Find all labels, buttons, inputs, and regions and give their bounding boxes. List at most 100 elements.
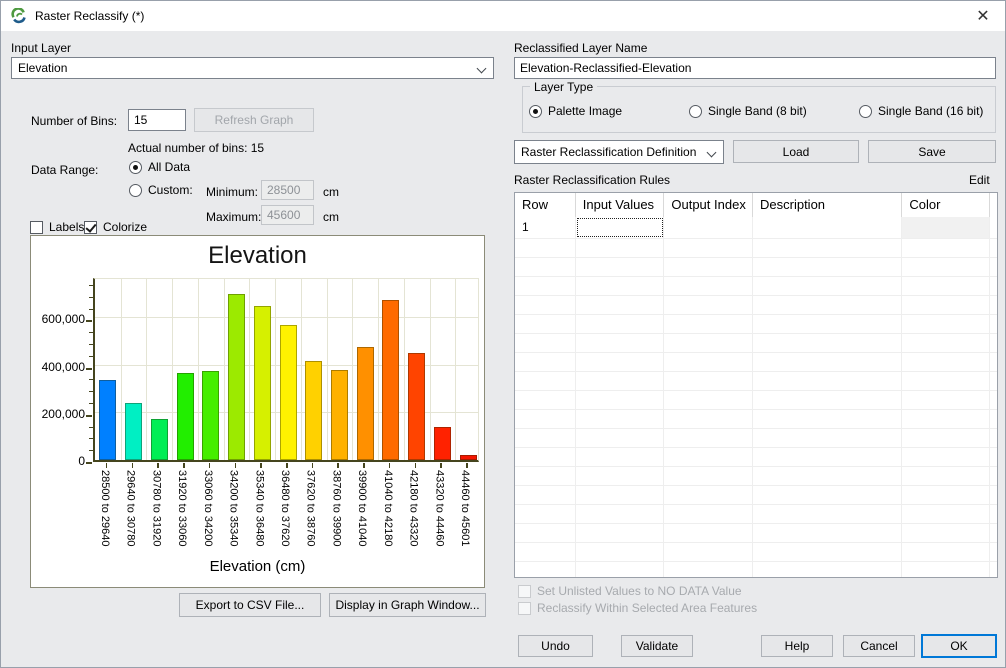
table-cell[interactable] <box>753 429 902 447</box>
reclassified-layer-name-input[interactable] <box>514 57 996 79</box>
table-cell[interactable] <box>515 315 576 333</box>
table-cell[interactable] <box>753 372 902 390</box>
edit-link[interactable]: Edit <box>969 173 990 187</box>
radio-custom[interactable]: Custom: <box>129 183 193 197</box>
column-header-output-index[interactable]: Output Index <box>664 193 753 217</box>
table-cell[interactable] <box>664 296 753 314</box>
table-row[interactable] <box>515 486 997 505</box>
table-cell[interactable] <box>515 467 576 485</box>
table-cell[interactable] <box>753 296 902 314</box>
table-cell[interactable] <box>515 562 576 578</box>
table-cell[interactable] <box>753 353 902 371</box>
table-cell[interactable] <box>515 505 576 523</box>
table-cell[interactable] <box>576 410 665 428</box>
definition-select[interactable]: Raster Reclassification Definition <box>514 140 724 164</box>
table-row[interactable] <box>515 429 997 448</box>
table-cell[interactable] <box>515 296 576 314</box>
table-cell[interactable] <box>753 524 902 542</box>
radio-all-data[interactable]: All Data <box>129 160 190 174</box>
table-cell[interactable] <box>902 429 990 447</box>
table-cell[interactable] <box>753 258 902 276</box>
table-cell[interactable] <box>902 258 990 276</box>
table-cell[interactable] <box>664 543 753 561</box>
radio-single-band-16bit[interactable]: Single Band (16 bit) <box>859 104 983 118</box>
table-cell[interactable] <box>664 505 753 523</box>
table-cell[interactable] <box>902 562 990 578</box>
table-cell[interactable] <box>753 467 902 485</box>
table-row[interactable] <box>515 543 997 562</box>
table-cell[interactable] <box>576 448 665 466</box>
table-cell[interactable] <box>902 448 990 466</box>
table-cell[interactable] <box>664 410 753 428</box>
table-cell[interactable] <box>753 334 902 352</box>
table-cell[interactable] <box>902 277 990 295</box>
table-cell[interactable] <box>664 372 753 390</box>
column-header-input-values[interactable]: Input Values <box>576 193 665 217</box>
table-cell[interactable] <box>515 277 576 295</box>
labels-checkbox[interactable]: Labels <box>30 220 84 234</box>
table-row[interactable] <box>515 448 997 467</box>
table-cell[interactable] <box>664 486 753 504</box>
table-cell[interactable] <box>664 353 753 371</box>
export-csv-button[interactable]: Export to CSV File... <box>179 593 321 617</box>
table-cell[interactable] <box>902 505 990 523</box>
table-cell[interactable] <box>664 448 753 466</box>
table-cell[interactable] <box>753 391 902 409</box>
table-cell[interactable] <box>664 315 753 333</box>
number-of-bins-input[interactable] <box>128 109 186 131</box>
help-button[interactable]: Help <box>761 635 833 657</box>
table-cell[interactable] <box>515 524 576 542</box>
table-cell[interactable] <box>664 277 753 295</box>
table-cell[interactable] <box>576 543 665 561</box>
table-row[interactable] <box>515 524 997 543</box>
table-cell[interactable] <box>902 239 990 257</box>
table-cell[interactable] <box>664 429 753 447</box>
table-cell[interactable]: 1 <box>515 217 576 238</box>
table-cell[interactable] <box>664 467 753 485</box>
table-cell[interactable] <box>664 334 753 352</box>
table-cell[interactable] <box>753 543 902 561</box>
table-row[interactable] <box>515 315 997 334</box>
input-values-cell-focused[interactable] <box>576 217 665 238</box>
table-cell[interactable] <box>515 410 576 428</box>
table-row[interactable] <box>515 372 997 391</box>
table-cell[interactable] <box>902 353 990 371</box>
table-row[interactable] <box>515 391 997 410</box>
table-cell[interactable] <box>576 372 665 390</box>
color-cell[interactable] <box>902 217 990 238</box>
table-cell[interactable] <box>576 258 665 276</box>
undo-button[interactable]: Undo <box>518 635 593 657</box>
table-row[interactable] <box>515 562 997 578</box>
load-button[interactable]: Load <box>733 140 859 163</box>
table-cell[interactable] <box>664 524 753 542</box>
radio-single-band-8bit[interactable]: Single Band (8 bit) <box>689 104 807 118</box>
input-layer-select[interactable]: Elevation <box>11 57 494 79</box>
table-cell[interactable] <box>664 217 753 238</box>
table-cell[interactable] <box>576 391 665 409</box>
table-cell[interactable] <box>515 353 576 371</box>
table-cell[interactable] <box>576 429 665 447</box>
column-header-row[interactable]: Row <box>515 193 576 217</box>
table-cell[interactable] <box>902 543 990 561</box>
ok-button[interactable]: OK <box>921 634 997 658</box>
table-cell[interactable] <box>902 486 990 504</box>
table-row[interactable] <box>515 296 997 315</box>
table-row[interactable] <box>515 258 997 277</box>
table-cell[interactable] <box>753 239 902 257</box>
table-cell[interactable] <box>576 239 665 257</box>
table-cell[interactable] <box>576 467 665 485</box>
display-graph-window-button[interactable]: Display in Graph Window... <box>329 593 486 617</box>
table-cell[interactable] <box>753 277 902 295</box>
table-row[interactable] <box>515 467 997 486</box>
table-cell[interactable] <box>902 524 990 542</box>
table-row[interactable]: 1 <box>515 217 997 239</box>
table-row[interactable] <box>515 239 997 258</box>
table-row[interactable] <box>515 505 997 524</box>
table-cell[interactable] <box>515 486 576 504</box>
close-icon[interactable]: ✕ <box>971 1 995 31</box>
table-cell[interactable] <box>902 372 990 390</box>
table-cell[interactable] <box>753 315 902 333</box>
table-cell[interactable] <box>753 486 902 504</box>
table-cell[interactable] <box>664 562 753 578</box>
radio-palette-image[interactable]: Palette Image <box>529 104 622 118</box>
